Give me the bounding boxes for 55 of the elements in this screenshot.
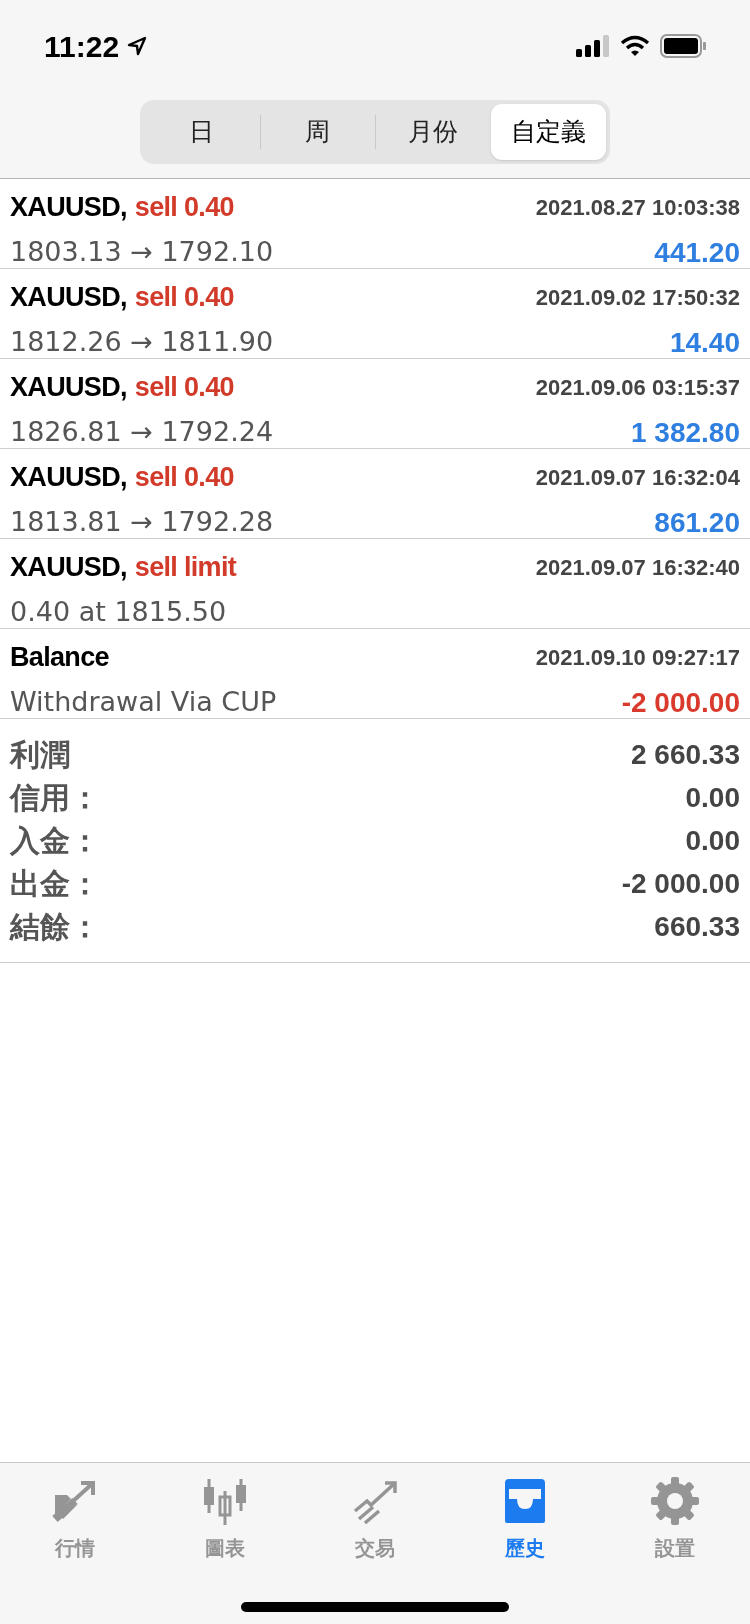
history-row[interactable]: XAUUSD, sell 0.40 2021.09.02 17:50:32 1812.26 → 1811.90 14.40 [0,269,750,359]
location-arrow-icon [127,36,148,56]
time-label: 2021.09.10 09:27:17 [535,643,740,672]
time-label: 2021.09.06 03:15:37 [535,373,740,402]
symbol-label: XAUUSD, [10,191,127,224]
order-type-label: sell 0.40 [134,461,234,494]
profit-value: 1 382.80 [631,415,740,450]
summary-value: 0.00 [685,780,740,815]
wifi-icon [620,35,650,57]
history-row[interactable]: XAUUSD, sell limit 2021.09.07 16:32:40 0.40 at 1815.50 [0,539,750,629]
summary-value: -2 000.00 [621,866,740,901]
order-type-label: sell 0.40 [134,191,234,224]
symbol-label: Balance [10,641,109,674]
detail-label: 1813.81 → 1792.28 [10,505,274,540]
history-row[interactable]: Balance 2021.09.10 09:27:17 Withdrawal Via CUP -2 000.00 [0,629,750,719]
signal-icon [576,35,610,57]
summary-value: 2 660.33 [631,737,740,772]
summary-value: 0.00 [685,823,740,858]
summary-label: 入金： [10,823,100,859]
history-row[interactable]: XAUUSD, sell 0.40 2021.09.06 03:15:37 1826.81 → 1792.24 1 382.80 [0,359,750,449]
symbol-label: XAUUSD, [10,461,127,494]
profit-value: -2 000.00 [621,685,740,720]
symbol-label: XAUUSD, [10,371,127,404]
time-label: 2021.08.27 10:03:38 [535,193,740,222]
period-tab[interactable]: 自定義 [490,104,606,160]
detail-label: 1826.81 → 1792.24 [10,415,274,450]
summary-label: 結餘： [10,909,100,945]
status-time: 11:22 [44,28,120,65]
history-row[interactable]: XAUUSD, sell 0.40 2021.08.27 10:03:38 1803.13 → 1792.10 441.20 [0,179,750,269]
time-label: 2021.09.02 17:50:32 [535,283,740,312]
time-label: 2021.09.07 16:32:40 [535,553,740,582]
detail-label: 0.40 at 1815.50 [10,594,227,629]
summary-label: 出金： [10,866,100,902]
order-type-label: sell limit [134,551,237,584]
symbol-label: XAUUSD, [10,281,127,314]
summary-value: 660.33 [654,909,740,944]
profit-value: 861.20 [654,505,740,540]
profit-value: 441.20 [654,235,740,270]
settings-icon [649,1475,701,1527]
summary-label: 信用： [10,780,100,816]
period-tab[interactable]: 月份 [376,104,491,160]
time-label: 2021.09.07 16:32:04 [535,463,740,492]
detail-label: 1803.13 → 1792.10 [10,235,274,270]
order-type-label: sell 0.40 [134,371,234,404]
symbol-label: XAUUSD, [10,551,127,584]
period-tab[interactable]: 周 [260,104,375,160]
tab-bar-item[interactable]: 歷史 [450,1475,600,1563]
summary-label: 利潤 [10,737,70,773]
order-type-label: sell 0.40 [134,281,234,314]
battery-icon [660,34,706,58]
history-row[interactable]: XAUUSD, sell 0.40 2021.09.07 16:32:04 1813.81 → 1792.28 861.20 [0,449,750,539]
period-tab[interactable]: 日 [144,104,260,160]
profit-value: 14.40 [669,325,740,360]
detail-label: Withdrawal Via CUP [10,685,277,720]
detail-label: 1812.26 → 1811.90 [10,325,274,360]
